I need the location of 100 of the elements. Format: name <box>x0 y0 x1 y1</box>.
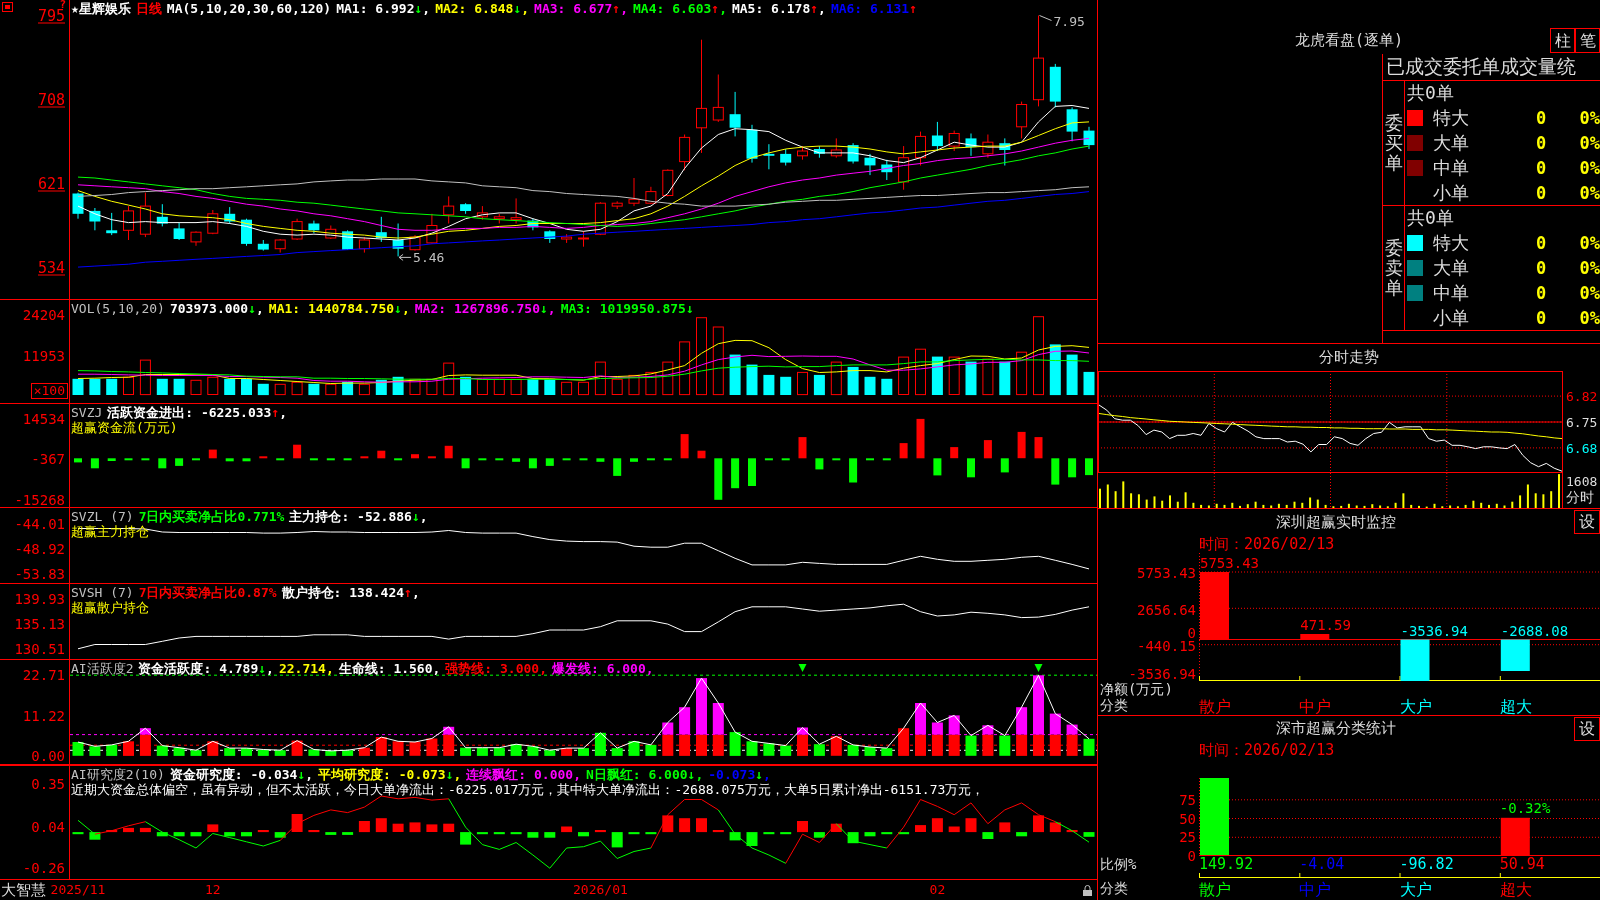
candle <box>392 223 404 257</box>
research-bar <box>190 832 202 837</box>
research-bar <box>594 830 606 833</box>
activity-bar <box>224 748 236 756</box>
volume-bar <box>847 366 859 396</box>
flow-bar <box>882 458 891 461</box>
research-bar <box>628 832 640 835</box>
panel-title: 分时走势 <box>1319 347 1379 368</box>
category-label: 中户 <box>1299 698 1332 715</box>
research-bar <box>409 822 421 833</box>
volume-bar <box>780 376 792 395</box>
volume-bar <box>510 378 522 395</box>
axis-label: 6.82 <box>1566 389 1598 403</box>
activity-bar <box>544 750 556 756</box>
volume-bar <box>561 381 573 396</box>
flow-bar <box>107 458 116 461</box>
candle <box>1016 101 1028 139</box>
flow-bar <box>1000 458 1009 473</box>
left-arrow-icon <box>398 253 412 261</box>
order-count: 0 <box>1535 132 1547 153</box>
candle <box>426 213 438 245</box>
activity-bar <box>628 741 640 756</box>
research-bar <box>729 832 741 841</box>
group-label: 委卖单 <box>1384 238 1403 298</box>
order-count: 0 <box>1535 232 1547 253</box>
flow-bar <box>141 458 150 461</box>
table-title: 已成交委托单成交量统 <box>1385 54 1577 79</box>
candle <box>476 205 488 221</box>
candle <box>460 202 472 215</box>
research-bar <box>948 826 960 833</box>
research-bar <box>830 823 842 832</box>
flow-bar <box>983 440 992 459</box>
panel-title: 深市超赢分类统计 <box>1276 719 1396 738</box>
candle <box>881 159 893 181</box>
research-bar <box>106 830 118 833</box>
volume-bar <box>493 378 505 395</box>
settings-button[interactable]: 设 <box>1574 717 1600 741</box>
axis-label: 0.04 <box>31 819 65 834</box>
flow-bar <box>90 458 99 469</box>
research-bar <box>561 826 573 833</box>
lock-icon[interactable] <box>1083 885 1092 896</box>
view-toggle-button[interactable]: 笔 <box>1575 28 1600 53</box>
legend-text: AI研究度2(10) <box>71 767 165 782</box>
flow-bar <box>192 458 200 461</box>
timestamp: 时间：2026/02/13 <box>1199 741 1335 760</box>
research-bar <box>712 830 724 833</box>
value-label: 50.94 <box>1499 856 1545 872</box>
volume-bar <box>342 381 354 396</box>
research-bar <box>864 832 876 837</box>
activity-bar <box>358 747 370 756</box>
research-bar <box>123 827 134 833</box>
research-bar <box>797 821 808 833</box>
candle <box>999 137 1011 166</box>
candle <box>931 121 943 152</box>
view-toggle-button[interactable]: 柱 <box>1550 28 1575 53</box>
square-icon[interactable] <box>2 2 13 12</box>
activity-bar <box>392 741 404 756</box>
legend-text: 日线 <box>135 1 162 16</box>
flow-bar <box>764 458 773 461</box>
research-bar <box>662 815 674 833</box>
candle <box>1066 106 1078 142</box>
legend-text: SVSH (7) <box>71 585 134 600</box>
flow-bar <box>394 458 403 461</box>
volume-bar <box>881 378 893 395</box>
activity-bar <box>881 748 893 756</box>
flow-bar <box>916 418 925 459</box>
order-type: 中单 <box>1433 155 1469 180</box>
research-bar <box>224 832 236 837</box>
legend-text: N日飘红: 6.000↓, <box>586 767 704 782</box>
candle <box>409 234 421 252</box>
settings-button[interactable]: 设 <box>1574 510 1600 534</box>
research-bar <box>510 832 522 835</box>
research-bar <box>544 832 556 838</box>
candle <box>257 239 269 252</box>
volume-bar <box>746 364 758 396</box>
research-bar <box>982 832 994 839</box>
flow-bar <box>444 445 453 459</box>
flow-bar <box>360 456 369 459</box>
flow-bar <box>343 458 352 461</box>
candle <box>510 197 522 224</box>
volume-bar <box>325 383 337 396</box>
activity-bar <box>999 735 1011 756</box>
research-bar <box>1049 822 1061 833</box>
research-bar <box>527 832 539 838</box>
volume-bar <box>712 326 724 396</box>
candle <box>274 238 286 254</box>
candle <box>443 195 455 224</box>
category-label: 超大 <box>1499 881 1532 898</box>
candle <box>561 233 573 244</box>
help-button[interactable]: ? <box>59 0 66 9</box>
axis-label: 0.35 <box>31 776 65 791</box>
research-bar <box>89 832 101 840</box>
candle <box>241 218 252 247</box>
flow-bar <box>309 458 318 461</box>
panel-title: 龙虎看盘(逐单) <box>1294 31 1404 51</box>
candle <box>139 192 151 238</box>
candle <box>864 153 876 176</box>
flow-bar <box>124 458 133 461</box>
candle <box>797 145 808 161</box>
research-bar <box>1066 830 1078 833</box>
